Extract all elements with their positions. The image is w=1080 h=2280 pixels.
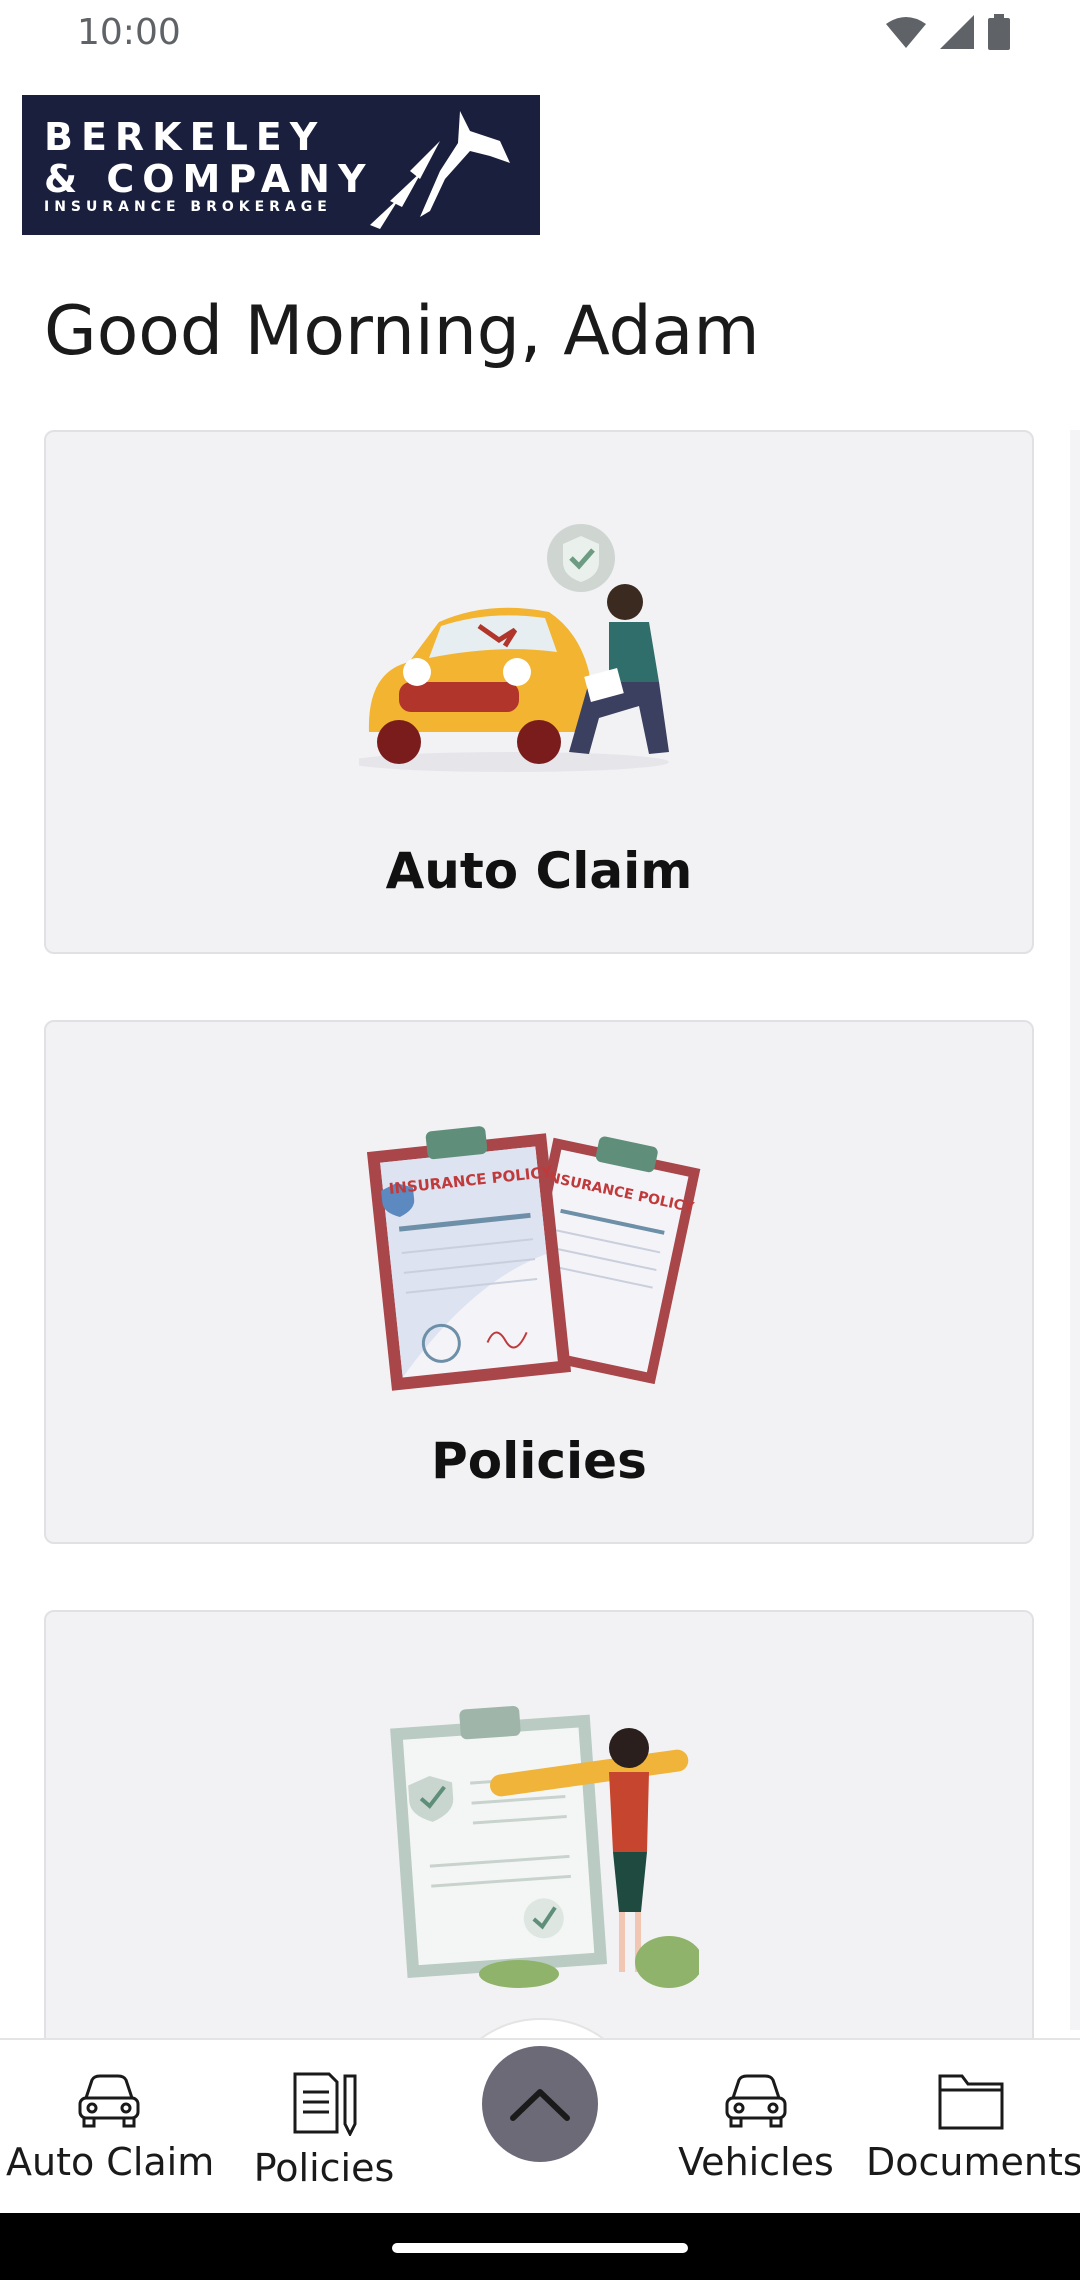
nav-documents-label: Documents: [866, 2140, 1080, 2184]
folder-icon: [938, 2074, 1004, 2130]
horse-logo-icon: [370, 111, 510, 229]
document-pen-icon: [293, 2072, 357, 2138]
logo-text-line3: INSURANCE BROKERAGE: [44, 199, 332, 215]
greeting-text: Good Morning, Adam: [44, 292, 760, 371]
auto-claim-card[interactable]: Auto Claim: [44, 430, 1034, 954]
logo-text-line2: & COMPANY: [44, 157, 374, 201]
car-icon: [78, 2074, 140, 2128]
nav-documents[interactable]: Documents: [866, 2070, 1080, 2184]
status-bar: 10:00: [0, 0, 1080, 70]
system-nav-bar: [0, 2213, 1080, 2280]
nav-auto-claim[interactable]: Auto Claim: [6, 2070, 215, 2184]
car-icon: [725, 2074, 787, 2128]
expand-menu-button[interactable]: [482, 2046, 598, 2162]
status-time: 10:00: [77, 12, 181, 53]
scrollbar[interactable]: [1070, 430, 1080, 2030]
chevron-up-icon: [510, 2089, 570, 2121]
logo-text-line1: BERKELEY: [44, 115, 326, 159]
wifi-icon: [886, 17, 926, 48]
auto-claim-card-title: Auto Claim: [385, 842, 693, 900]
checklist-illustration: [390, 1705, 699, 1988]
signal-icon: [940, 15, 974, 49]
insurance-policy-illustration: INSURANCE POLICY INSURANCE POLICY: [366, 1126, 701, 1391]
battery-icon: [988, 14, 1010, 50]
nav-vehicles[interactable]: Vehicles: [672, 2070, 840, 2184]
nav-policies[interactable]: Policies: [240, 2070, 408, 2190]
company-logo: BERKELEY & COMPANY INSURANCE BROKERAGE: [22, 95, 540, 235]
car-damage-illustration: [359, 524, 669, 772]
nav-policies-label: Policies: [253, 2146, 395, 2190]
nav-auto-claim-label: Auto Claim: [6, 2140, 215, 2184]
home-gesture-bar[interactable]: [392, 2243, 688, 2253]
status-icons: [886, 14, 1010, 50]
nav-vehicles-label: Vehicles: [678, 2140, 834, 2184]
policies-card[interactable]: INSURANCE POLICY INSURANCE POLICY Polici…: [44, 1020, 1034, 1544]
policies-card-title: Policies: [431, 1432, 647, 1490]
